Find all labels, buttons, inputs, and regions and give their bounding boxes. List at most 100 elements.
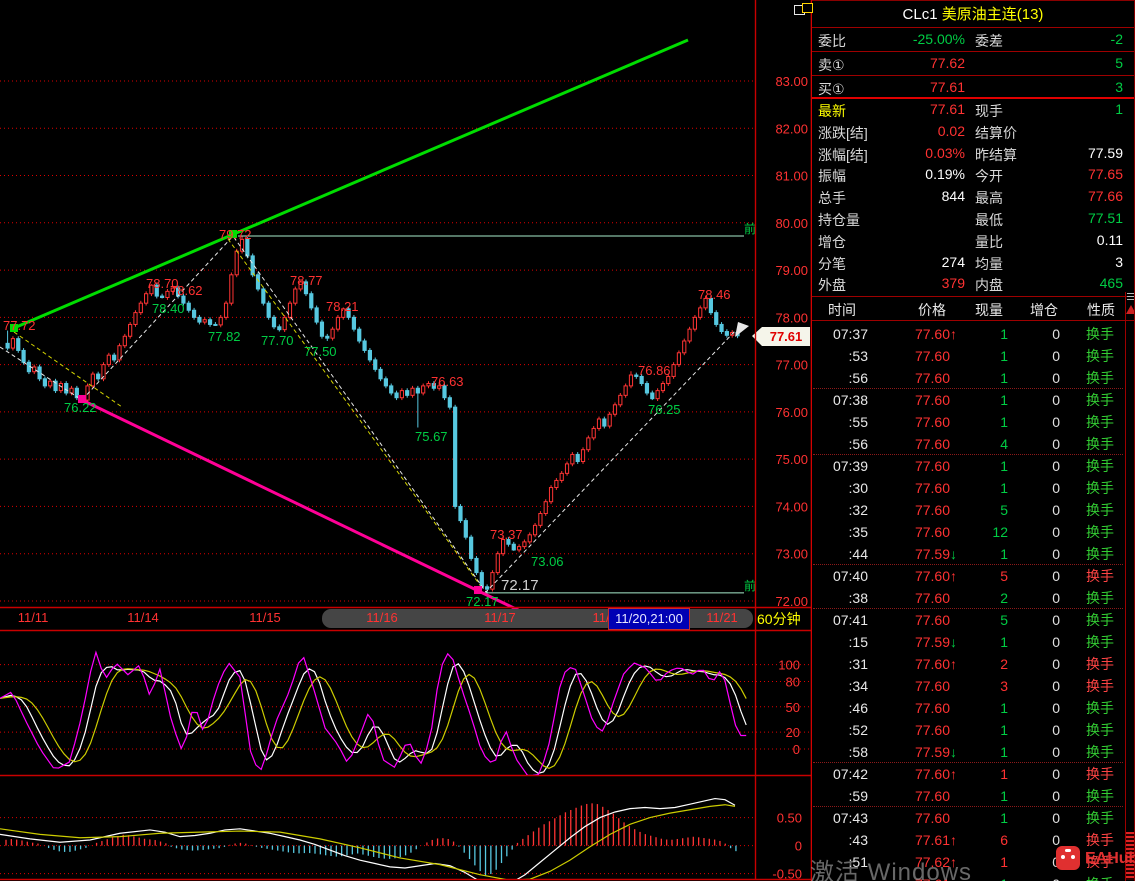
- candle-body: [351, 316, 357, 330]
- tick-row[interactable]: 07:41 77.60 5 0 换手: [813, 609, 1125, 631]
- time-sales-list[interactable]: 07:37 77.60 ↑ 1 0 换手:53 77.60 1 0 换手:56 77.60 1 0 换手 0…: [813, 321, 1125, 881]
- weicha-label: 委差: [975, 33, 1003, 49]
- tick-time: 07:43: [832, 810, 868, 826]
- candle-body: [255, 274, 261, 290]
- tick-row[interactable]: :56 77.60 1 0 换手: [813, 367, 1125, 389]
- tick-row[interactable]: :53 77.60 1 0 换手: [813, 345, 1125, 367]
- candle-body: [570, 453, 575, 465]
- robot-icon: [1056, 846, 1080, 870]
- candle-body: [607, 413, 612, 427]
- tick-nature: 换手: [1086, 590, 1114, 606]
- timeline-axis[interactable]: 11/20,21:00 11/11 11/14 11/15 11/16 11/17 11/…: [0, 607, 812, 630]
- tick-time: :44: [848, 546, 868, 562]
- candle-body: [287, 302, 293, 318]
- quote-row-value: 465: [1099, 275, 1123, 292]
- tick-volume: 1: [1000, 634, 1008, 650]
- tick-row[interactable]: 07:40 77.60 ↑ 5 0 换手: [813, 565, 1125, 587]
- quote-row-value: 77.59: [1087, 144, 1123, 161]
- instrument-symbol: CLc1: [902, 6, 938, 23]
- tick-row[interactable]: 07:39 77.60 1 0 换手: [813, 455, 1125, 477]
- tick-nature: 换手: [1086, 788, 1114, 804]
- bid-volume: 3: [1115, 79, 1123, 95]
- tick-price: 77.60: [914, 458, 950, 474]
- quote-row-value: 77.65: [1087, 166, 1123, 183]
- tick-row[interactable]: :59 77.60 1 0 换手: [813, 785, 1125, 807]
- candle-body: [447, 397, 452, 408]
- tick-volume: 1: [1000, 722, 1008, 738]
- tick-row[interactable]: :38 77.60 2 0 换手: [813, 587, 1125, 609]
- tick-row[interactable]: :58 77.59 ↓ 1 0 换手: [813, 741, 1125, 763]
- y-axis-tick: 81.00: [775, 169, 808, 184]
- candle-body: [112, 354, 117, 361]
- candle-body: [330, 328, 335, 339]
- tick-row[interactable]: :55 77.60 1 0 换手: [813, 411, 1125, 433]
- candle-body: [223, 302, 229, 318]
- tick-nature: 换手: [1086, 722, 1114, 738]
- tick-price: 77.60: [914, 436, 950, 452]
- tick-oi-change: 0: [1052, 634, 1060, 650]
- weibi-value: -25.00%: [912, 31, 965, 47]
- tick-oi-change: 0: [1052, 656, 1060, 672]
- tick-row[interactable]: :35 77.60 12 0 换手: [813, 521, 1125, 543]
- quote-row-label: 结算价: [975, 124, 1017, 141]
- tick-time: :59: [848, 788, 868, 804]
- tick-row[interactable]: :46 77.60 1 0 换手: [813, 697, 1125, 719]
- tick-time: 07:42: [832, 766, 868, 782]
- quote-row-value: 1: [1115, 101, 1123, 117]
- tick-row[interactable]: :34 77.60 3 0 换手: [813, 675, 1125, 697]
- tick-row[interactable]: 07:38 77.60 1 0 换手: [813, 389, 1125, 411]
- tick-row[interactable]: 07:37 77.60 ↑ 1 0 换手: [813, 323, 1125, 345]
- tick-direction-icon: ↑: [950, 326, 957, 342]
- split-window-icon[interactable]: [794, 3, 813, 15]
- candle-body: [580, 449, 586, 463]
- tick-time: :56: [848, 436, 868, 452]
- tick-nature: 换手: [1086, 612, 1114, 628]
- bid-price[interactable]: 77.61: [868, 79, 965, 95]
- candlestick-chart[interactable]: 83.00 82.00 81.00 80.00 79.00 78.00 77.00 76.00…: [0, 0, 812, 881]
- kdj-axis-tick: 100: [778, 658, 800, 673]
- candle-body: [213, 323, 218, 326]
- tick-row[interactable]: :52 77.60 1 0 换手: [813, 719, 1125, 741]
- selected-datetime-badge: 11/20,21:00: [608, 608, 690, 630]
- tick-row[interactable]: 07:43 77.60 1 0 换手: [813, 807, 1125, 829]
- candle-body: [463, 520, 468, 538]
- ask-volume: 5: [1115, 55, 1123, 71]
- panel-grip-icon[interactable]: [1127, 293, 1134, 300]
- candle-body: [314, 307, 319, 323]
- date-tick: 11/11: [17, 610, 49, 625]
- tick-price: 77.59: [914, 634, 950, 650]
- tick-price: 77.60: [914, 568, 950, 584]
- tick-row[interactable]: :32 77.60 5 0 换手: [813, 499, 1125, 521]
- date-tick: 11/: [592, 610, 610, 625]
- tick-row[interactable]: :31 77.60 ↑ 2 0 换手: [813, 653, 1125, 675]
- tick-nature: 换手: [1086, 524, 1114, 540]
- candle-body: [527, 534, 532, 543]
- candle-body: [383, 378, 388, 387]
- tick-nature: 换手: [1086, 436, 1114, 452]
- candle-body: [421, 385, 426, 394]
- candle-body: [122, 335, 127, 347]
- tick-direction-icon: ↓: [950, 546, 957, 562]
- tick-time: :34: [848, 678, 868, 694]
- candle-body: [596, 418, 602, 429]
- y-axis-tick: 77.00: [775, 358, 808, 373]
- candle-body: [90, 373, 95, 387]
- tick-row[interactable]: :44 77.59 ↓ 1 0 换手: [813, 543, 1125, 565]
- tick-oi-change: 0: [1052, 348, 1060, 364]
- tick-row[interactable]: :15 77.59 ↓ 1 0 换手: [813, 631, 1125, 653]
- ask-price[interactable]: 77.62: [868, 55, 965, 71]
- candle-body: [128, 323, 133, 337]
- tick-row[interactable]: 07:42 77.60 ↑ 1 0 换手: [813, 763, 1125, 785]
- tick-row[interactable]: :56 77.60 4 0 换手: [813, 433, 1125, 455]
- tick-direction-icon: ↑: [950, 766, 957, 782]
- candle-body: [655, 390, 660, 400]
- candle-body: [197, 316, 202, 323]
- tick-row[interactable]: :30 77.60 1 0 换手: [813, 477, 1125, 499]
- tick-price: 77.60: [914, 766, 950, 782]
- tick-volume: 1: [1000, 700, 1008, 716]
- period-label[interactable]: 60分钟: [757, 609, 801, 629]
- candle-body: [495, 553, 500, 574]
- quote-row-value: 274: [941, 253, 965, 270]
- candle-body: [522, 541, 527, 548]
- tick-volume: 1: [1000, 744, 1008, 760]
